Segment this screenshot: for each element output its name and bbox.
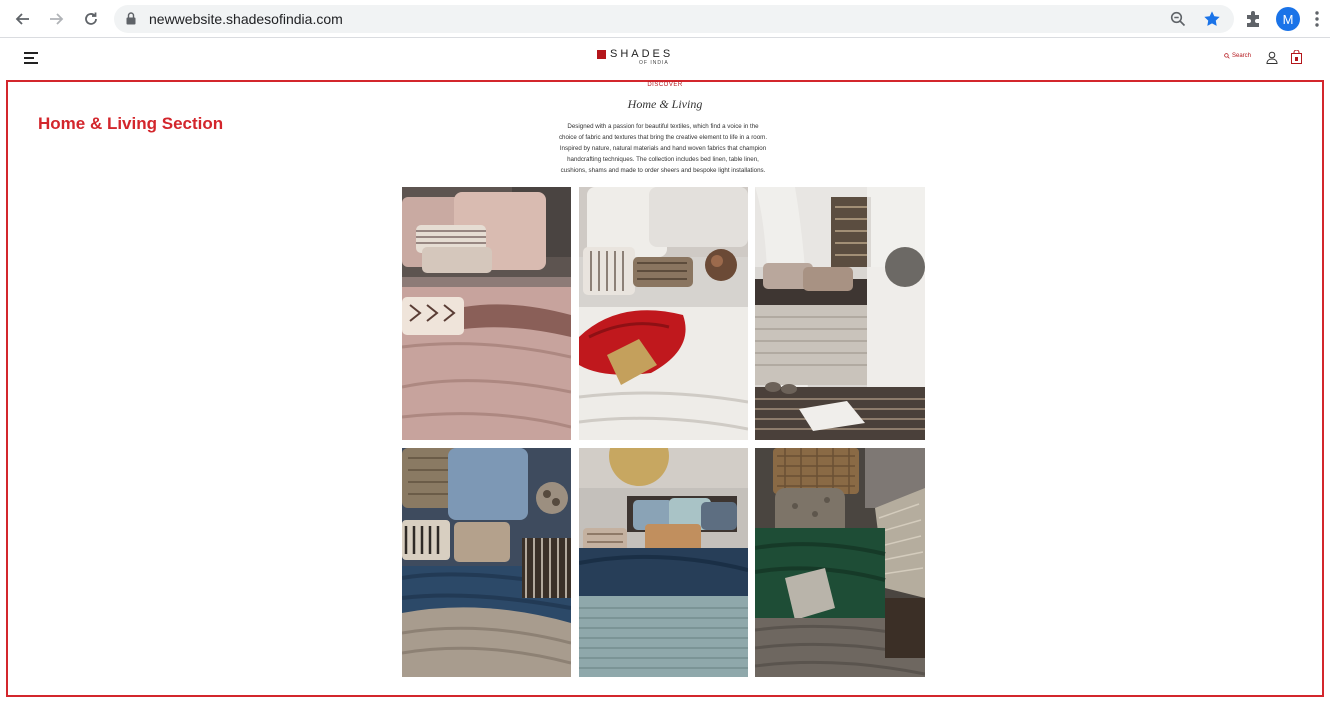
extensions-puzzle-icon[interactable] <box>1244 9 1264 29</box>
address-bar[interactable]: newwebsite.shadesofindia.com <box>114 5 1234 33</box>
back-button[interactable] <box>10 7 34 31</box>
search-link[interactable]: Search <box>1224 53 1251 59</box>
gallery-tile-sheer-window-bedroom[interactable] <box>755 187 925 440</box>
account-user-icon[interactable] <box>1266 51 1278 64</box>
section-description: Designed with a passion for beautiful te… <box>558 123 768 174</box>
url-text: newwebsite.shadesofindia.com <box>149 11 343 27</box>
section-title: Home & Living <box>627 97 703 111</box>
logo-mark <box>597 50 606 59</box>
reload-button[interactable] <box>79 7 103 31</box>
star-icon <box>1204 11 1220 26</box>
gallery-tile-seafoam-bedding[interactable] <box>579 448 748 677</box>
zoom-button[interactable] <box>1168 9 1188 29</box>
shopping-bag-icon[interactable] <box>1291 50 1302 64</box>
forward-button[interactable] <box>45 7 69 31</box>
forward-arrow-icon <box>50 13 64 25</box>
menu-kebab-icon[interactable] <box>1312 10 1322 28</box>
logo-text: SHADES <box>610 48 674 60</box>
search-icon <box>1224 53 1230 59</box>
search-label: Search <box>1232 53 1252 59</box>
lock-icon <box>126 12 136 25</box>
gallery-grid <box>402 187 925 677</box>
reload-icon <box>85 12 97 25</box>
section-eyebrow: DISCOVER <box>647 82 683 88</box>
gallery-tile-white-red-bedding[interactable] <box>579 187 748 440</box>
annotation-label: Home & Living Section <box>38 114 224 133</box>
hamburger-menu-icon[interactable] <box>24 52 38 64</box>
gallery-tile-blush-bedding[interactable] <box>402 187 571 440</box>
profile-avatar[interactable]: M <box>1276 7 1300 31</box>
bookmark-star-button[interactable] <box>1202 9 1222 29</box>
browser-toolbar: newwebsite.shadesofindia.com M <box>0 0 1330 38</box>
gallery-tile-green-textured-bedding[interactable] <box>755 448 925 677</box>
back-arrow-icon <box>15 13 29 25</box>
gallery-tile-blue-layered-bedding[interactable] <box>402 448 571 677</box>
logo-subtext: OF INDIA <box>639 60 669 66</box>
zoom-icon <box>1170 11 1186 27</box>
site-header: SHADES OF INDIA Search <box>0 39 1330 79</box>
